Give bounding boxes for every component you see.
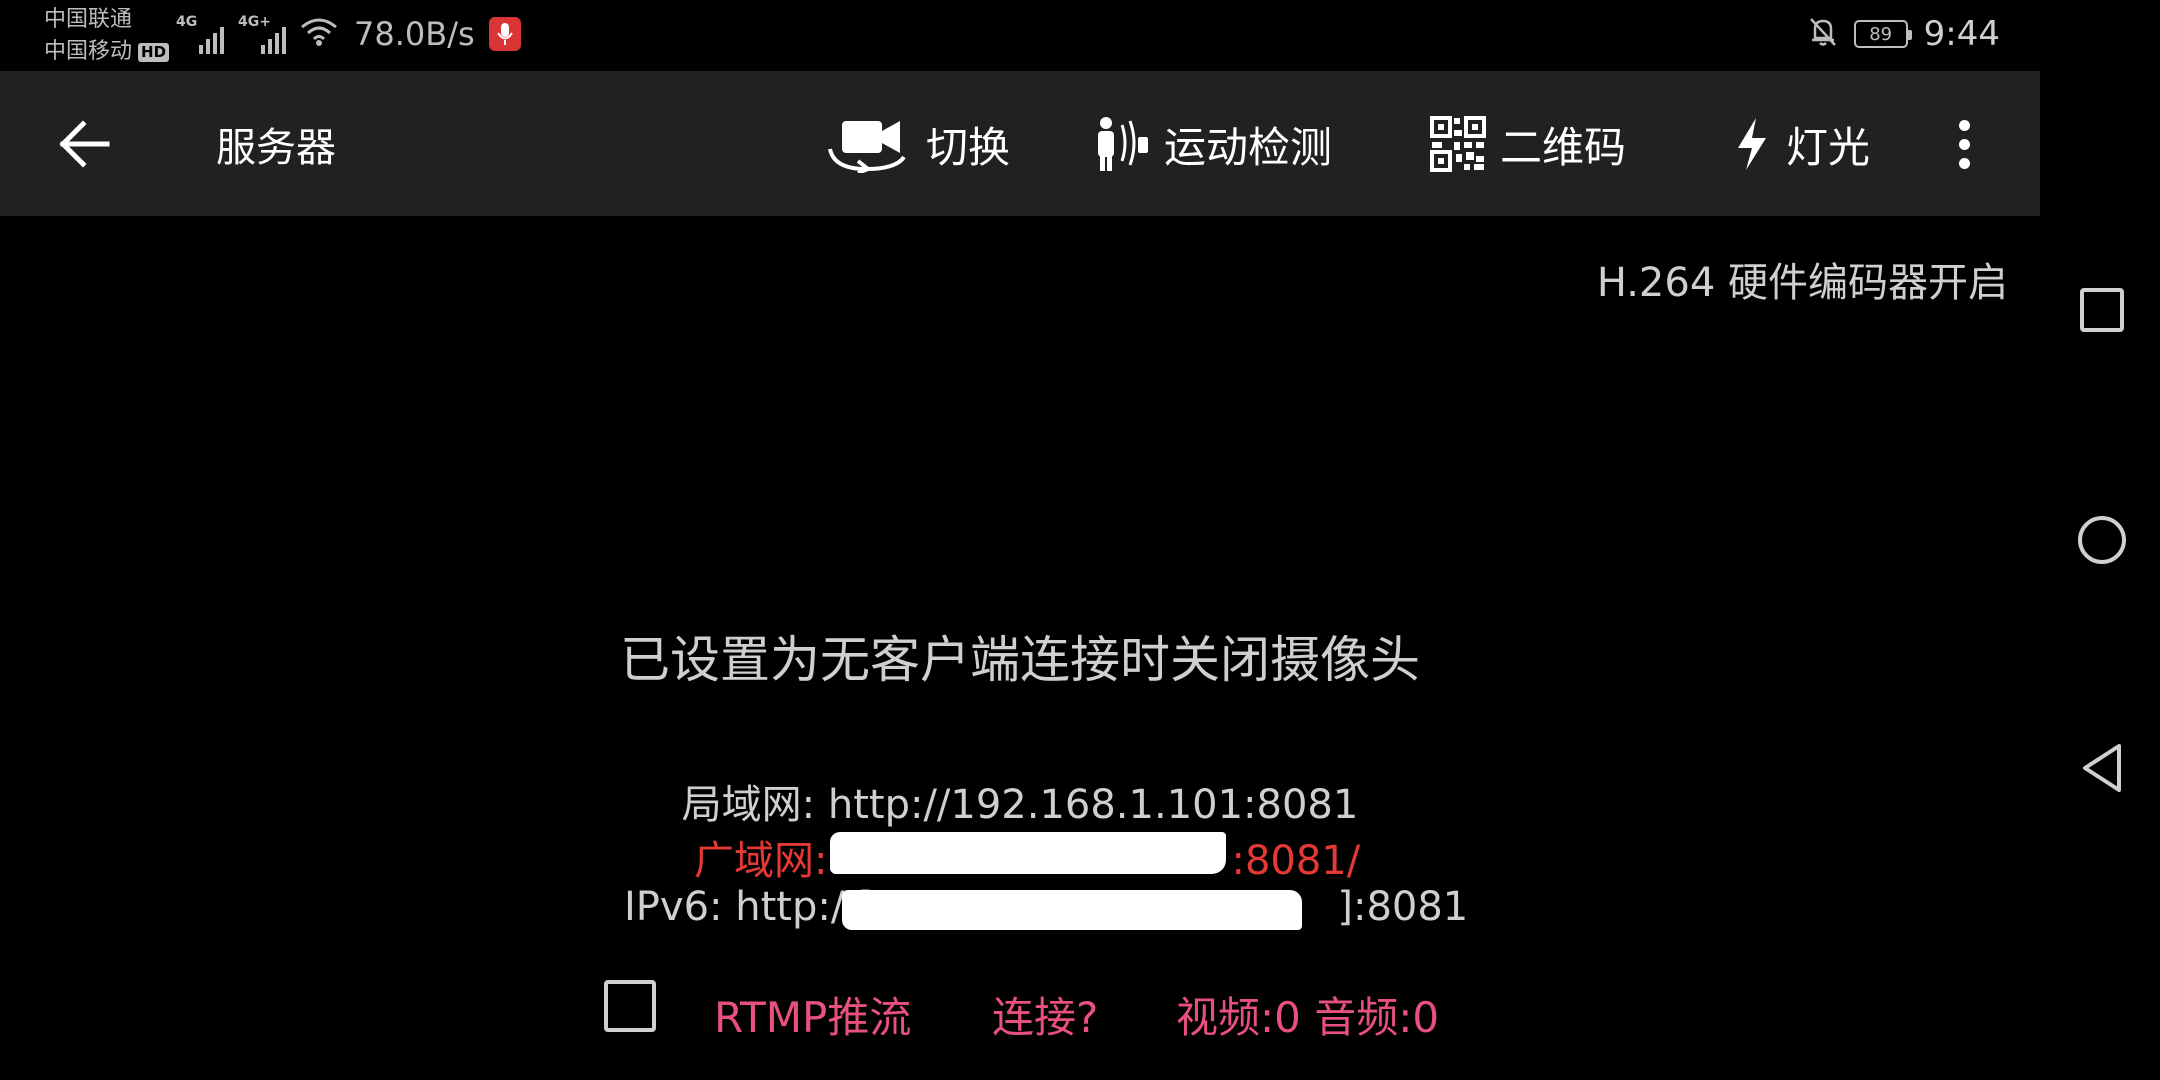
wan-prefix: 广域网: xyxy=(694,838,828,884)
carrier-2: 中国移动 xyxy=(44,39,133,64)
switch-label: 切换 xyxy=(926,122,1011,172)
rtmp-label[interactable]: RTMP推流 xyxy=(714,984,911,1045)
home-circle-icon xyxy=(2078,516,2126,564)
carrier-1: 中国联通 xyxy=(44,7,133,32)
clock: 9:44 xyxy=(1923,14,2000,54)
recents-square-icon xyxy=(2080,288,2124,332)
motion-label: 运动检测 xyxy=(1164,122,1333,172)
av-stats: 视频:0 音频:0 xyxy=(1176,993,1440,1042)
ipv6-prefix: IPv6: http://[ xyxy=(624,884,874,930)
switch-camera-button[interactable]: 切换 xyxy=(826,109,1010,179)
signal-icon: 4G xyxy=(176,14,224,54)
flashlight-button[interactable]: 灯光 xyxy=(1732,109,1870,179)
rtmp-checkbox[interactable] xyxy=(604,980,656,1032)
camera-message: 已设置为无客户端连接时关闭摄像头 xyxy=(620,631,1420,689)
status-right: 89 9:44 xyxy=(1808,14,2000,54)
lan-address[interactable]: 局域网: http://192.168.1.101:8081 xyxy=(0,772,2040,830)
qr-code-button[interactable]: 二维码 xyxy=(1430,109,1626,179)
back-arrow-icon xyxy=(59,120,110,168)
qr-code-icon xyxy=(1430,116,1486,172)
signal-icon: 4G+ xyxy=(238,14,286,54)
home-button[interactable] xyxy=(2076,514,2128,566)
page-title: 服务器 xyxy=(216,125,336,171)
ipv6-suffix: ]:8081 xyxy=(1337,884,1469,930)
hd-badge: HD xyxy=(138,42,170,62)
navigation-bar xyxy=(2040,0,2160,1080)
wan-suffix: :8081/ xyxy=(1231,838,1361,884)
motion-detect-icon xyxy=(1098,117,1148,171)
carrier-info: 中国联通 中国移动 HD xyxy=(44,4,170,68)
qr-code-label: 二维码 xyxy=(1500,122,1627,172)
more-options-button[interactable] xyxy=(1944,111,1984,177)
light-label: 灯光 xyxy=(1786,122,1871,172)
microphone-icon xyxy=(488,17,521,51)
back-button[interactable] xyxy=(48,111,120,177)
encoder-status: H.264 硬件编码器开启 xyxy=(1596,260,2008,306)
bell-off-icon xyxy=(1808,16,1838,52)
status-bar: 中国联通 中国移动 HD 4G 4G+ 78.0B/s 89 9:44 xyxy=(0,0,2040,71)
redaction-mark xyxy=(842,890,1302,930)
wifi-icon xyxy=(300,17,338,51)
battery-icon: 89 xyxy=(1853,20,1912,48)
more-vert-icon xyxy=(1958,119,1970,169)
connection-status: 连接? xyxy=(992,993,1099,1042)
battery-level: 89 xyxy=(1869,23,1893,45)
redaction-mark xyxy=(830,832,1226,874)
recents-button[interactable] xyxy=(2076,284,2128,336)
net-speed: 78.0B/s xyxy=(354,15,475,53)
app-bar: 服务器 切换 运动检测 二维码 灯光 xyxy=(0,71,2040,216)
nav-back-button[interactable] xyxy=(2076,742,2128,794)
motion-detect-button[interactable]: 运动检测 xyxy=(1092,109,1332,179)
network-type-1: 4G xyxy=(176,14,198,30)
back-triangle-icon xyxy=(2083,744,2121,792)
status-icons: 4G 4G+ 78.0B/s xyxy=(176,14,521,54)
camera-switch-icon xyxy=(828,121,906,173)
flash-icon xyxy=(1738,118,1766,170)
